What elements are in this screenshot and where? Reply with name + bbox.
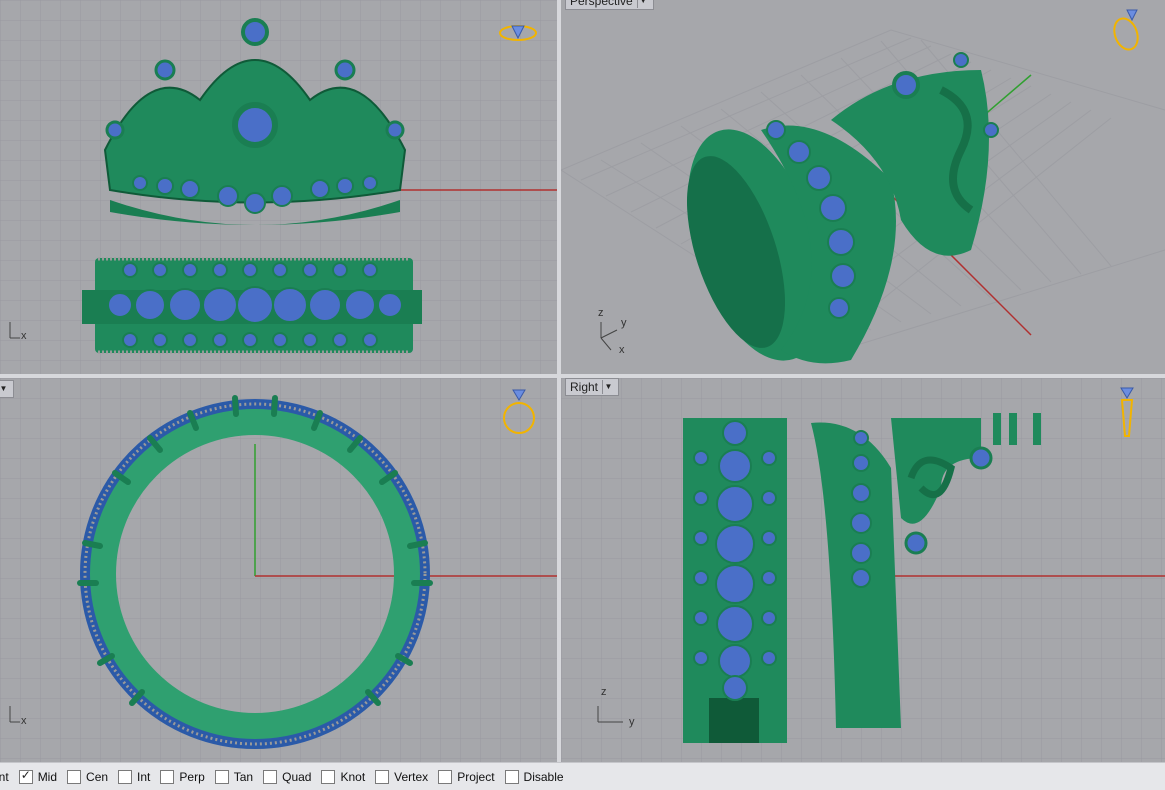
osnap-item-cen[interactable]: Cen: [67, 769, 109, 784]
diamond-ring-icon[interactable]: [498, 20, 538, 44]
osnap-label: Cen: [86, 769, 109, 784]
osnap-label: Perp: [179, 769, 205, 784]
viewport-top[interactable]: x: [0, 0, 557, 374]
viewport-front[interactable]: ▼ x: [0, 378, 557, 762]
viewport-title-text: Perspective: [570, 0, 633, 8]
osnap-checkbox[interactable]: [321, 769, 336, 784]
osnap-checkbox[interactable]: [263, 769, 278, 784]
viewport-right[interactable]: Right ▼ z y: [561, 378, 1165, 762]
osnap-toolbar: int Mid Cen Int Perp Tan Quad Knot Vertex Project…: [0, 762, 1165, 790]
axis-label-x: x: [21, 330, 27, 342]
osnap-checkbox[interactable]: [118, 769, 133, 784]
dropdown-arrow-icon[interactable]: ▼: [636, 0, 649, 8]
osnap-label: Vertex: [394, 769, 429, 784]
osnap-checkbox[interactable]: [214, 769, 229, 784]
ring-band-right-view[interactable]: [683, 418, 787, 743]
axis-label-y: y: [621, 317, 627, 329]
osnap-label: Knot: [340, 769, 366, 784]
osnap-checkbox[interactable]: [160, 769, 175, 784]
viewport-divider-vertical[interactable]: [557, 0, 561, 762]
osnap-item-project[interactable]: Project: [438, 769, 495, 784]
osnap-item-tan[interactable]: Tan: [214, 769, 254, 784]
osnap-checkbox[interactable]: [438, 769, 453, 784]
axis-label-z: z: [598, 307, 604, 319]
diamond-ring-perspective-icon[interactable]: [1111, 6, 1143, 52]
osnap-label: Disable: [523, 769, 564, 784]
perspective-grid: [561, 29, 1165, 374]
osnap-item-perp[interactable]: Perp: [160, 769, 205, 784]
grid: [0, 0, 557, 374]
osnap-item-int[interactable]: Int: [118, 769, 151, 784]
osnap-label: Tan: [233, 769, 254, 784]
osnap-item-knot[interactable]: Knot: [321, 769, 366, 784]
osnap-label: Project: [457, 769, 495, 784]
viewport-title-perspective[interactable]: Perspective ▼: [565, 0, 654, 10]
osnap-item-mid[interactable]: Mid: [18, 768, 58, 784]
axis-label-x: x: [619, 344, 625, 356]
osnap-checkbox[interactable]: [67, 769, 82, 784]
osnap-item-disable[interactable]: Disable: [504, 769, 564, 784]
osnap-label: Int: [137, 769, 151, 784]
ring-side-icon[interactable]: [1117, 386, 1137, 438]
axis-label-z: z: [601, 686, 607, 698]
osnap-checkbox[interactable]: [18, 768, 33, 784]
viewport-perspective[interactable]: Perspective ▼ z y x: [561, 0, 1165, 374]
dropdown-arrow-icon[interactable]: ▼: [0, 382, 9, 396]
osnap-label: Quad: [282, 769, 312, 784]
osnap-item-quad[interactable]: Quad: [263, 769, 312, 784]
viewport-title-right[interactable]: Right ▼: [565, 378, 620, 396]
osnap-item-vertex[interactable]: Vertex: [375, 769, 429, 784]
viewport-divider-horizontal[interactable]: [0, 374, 1165, 378]
ring-front-icon[interactable]: [500, 386, 538, 438]
viewport-title-text: Right: [570, 380, 599, 394]
osnap-label: Mid: [37, 769, 58, 784]
osnap-checkbox[interactable]: [375, 769, 390, 784]
osnap-label: int: [0, 769, 9, 784]
axis-label-x: x: [21, 715, 27, 727]
osnap-checkbox[interactable]: [504, 769, 519, 784]
grid: [561, 378, 1165, 762]
ring-band-perspective[interactable]: [662, 112, 896, 374]
grid: [0, 378, 557, 762]
dropdown-arrow-icon[interactable]: ▼: [602, 380, 614, 394]
axis-label-y: y: [629, 716, 635, 728]
ring-band-top-view[interactable]: [82, 257, 422, 354]
osnap-item-int[interactable]: int: [0, 770, 9, 784]
viewport-title-front[interactable]: ▼: [0, 380, 14, 398]
